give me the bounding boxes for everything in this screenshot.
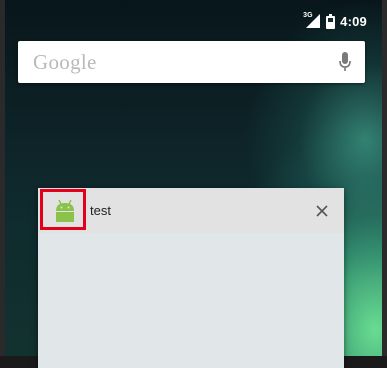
google-logo: Google [33,49,97,74]
clock: 4:09 [340,13,367,29]
app-title: test [90,203,111,218]
network-type: 3G [303,12,313,19]
recent-app-header[interactable]: test [38,188,344,233]
app-thumbnail[interactable] [38,233,344,368]
close-icon[interactable] [310,199,334,223]
mic-icon[interactable] [339,52,351,77]
battery-icon [326,13,336,29]
recent-app-card[interactable]: test [38,188,344,368]
signal-icon: 3G [303,12,321,29]
android-icon[interactable] [53,198,77,222]
device-bezel-right [382,0,387,356]
status-bar: 3G 4:09 [303,11,367,31]
google-search-bar[interactable]: Google [18,41,365,83]
